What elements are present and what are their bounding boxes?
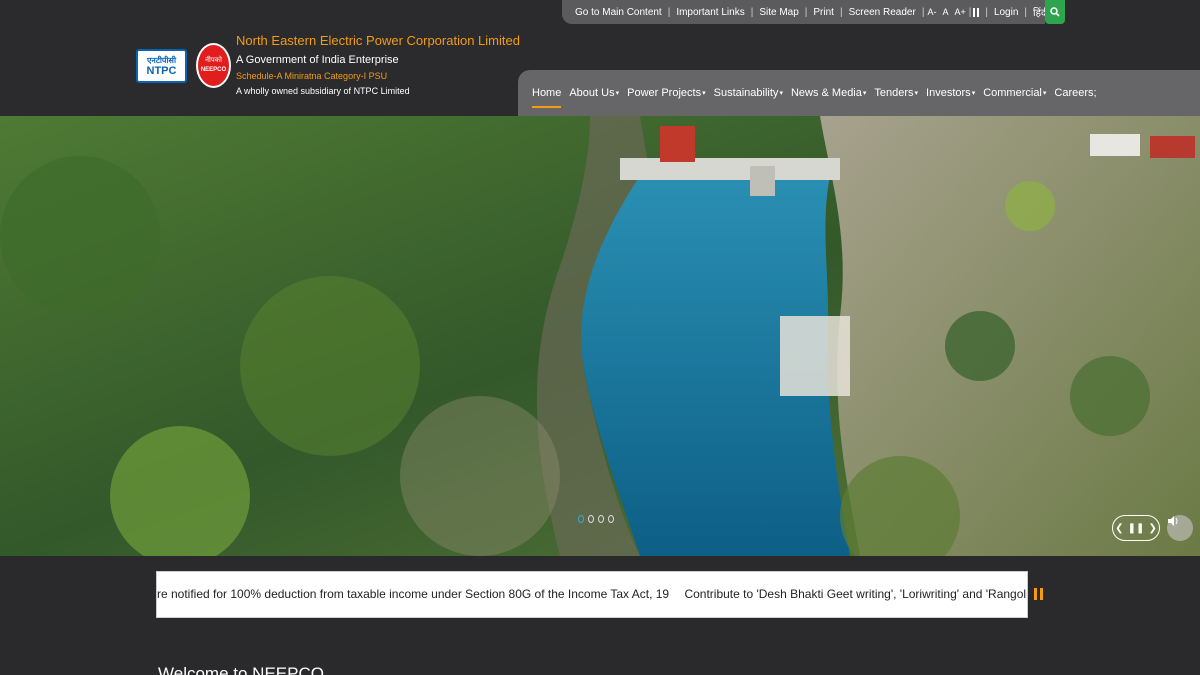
nav-home[interactable]: Home	[528, 70, 565, 116]
slider-dot[interactable]	[578, 515, 584, 523]
go-to-main-content-link[interactable]: Go to Main Content	[569, 7, 668, 18]
hero-slider: ❮ ❚❚ ❯	[0, 116, 1200, 556]
welcome-heading: Welcome to NEEPCO	[158, 664, 324, 675]
chevron-down-icon: ▾	[914, 90, 919, 97]
site-header: Go to Main Content | Important Links | S…	[0, 0, 1200, 116]
nav-investors[interactable]: Investors ▾	[922, 70, 979, 116]
chevron-down-icon: ▾	[862, 90, 867, 97]
important-links-link[interactable]: Important Links	[670, 7, 750, 18]
news-ticker: re notified for 100% deduction from taxa…	[156, 571, 1028, 618]
chevron-down-icon: ▾	[971, 90, 976, 97]
nav-sustainability[interactable]: Sustainability ▾	[710, 70, 787, 116]
screen-reader-link[interactable]: Screen Reader	[843, 7, 922, 18]
previous-slide-button[interactable]: ❮	[1115, 523, 1123, 534]
next-slide-button[interactable]: ❯	[1149, 523, 1157, 534]
ticker-item[interactable]: Contribute to 'Desh Bhakti Geet writing'…	[684, 587, 1027, 601]
ntpc-logo[interactable]: एनटीपीसी NTPC	[136, 49, 187, 83]
chevron-down-icon: ▾	[615, 90, 620, 97]
chevron-down-icon: ▾	[1042, 90, 1047, 97]
slider-dot[interactable]	[598, 515, 604, 523]
organization-category: Schedule-A Miniratna Category-I PSU	[236, 71, 388, 81]
nav-power-projects[interactable]: Power Projects ▾	[623, 70, 710, 116]
speaker-icon	[1168, 516, 1178, 526]
organization-subtitle: A Government of India Enterprise	[236, 54, 399, 66]
font-increase-button[interactable]: A+	[951, 7, 968, 17]
accessibility-toggle-button[interactable]	[1167, 515, 1193, 541]
chevron-down-icon: ▾	[702, 90, 706, 97]
nav-news-media[interactable]: News & Media ▾	[787, 70, 870, 116]
slider-controls: ❮ ❚❚ ❯	[1112, 515, 1160, 541]
slider-dot[interactable]	[588, 515, 594, 523]
nav-commercial[interactable]: Commercial ▾	[979, 70, 1050, 116]
slider-dots	[578, 515, 614, 523]
light-contrast-button[interactable]	[973, 7, 976, 17]
main-nav: Home About Us ▾ Power Projects ▾ Sustainab…	[518, 70, 1200, 116]
font-normal-button[interactable]: A	[939, 7, 951, 17]
site-map-link[interactable]: Site Map	[753, 7, 804, 18]
chevron-down-icon: ▾	[779, 90, 783, 97]
nav-about-us[interactable]: About Us ▾	[565, 70, 623, 116]
ticker-item[interactable]: re notified for 100% deduction from taxa…	[157, 587, 669, 601]
slider-dot[interactable]	[608, 515, 614, 523]
pause-icon	[1034, 588, 1037, 600]
print-link[interactable]: Print	[807, 7, 840, 18]
search-button[interactable]	[1045, 0, 1065, 24]
dark-contrast-button[interactable]	[977, 7, 980, 17]
font-decrease-button[interactable]: A-	[924, 7, 939, 17]
neepco-logo[interactable]: नीपको NEEPCO	[196, 43, 231, 88]
utility-bar: Go to Main Content | Important Links | S…	[562, 0, 1057, 24]
hero-image	[0, 116, 1200, 556]
ticker-pause-button[interactable]	[1034, 587, 1048, 601]
organization-subsidiary: A wholly owned subsidiary of NTPC Limite…	[236, 86, 410, 96]
nav-tenders[interactable]: Tenders ▾	[870, 70, 922, 116]
nav-careers[interactable]: Careers;	[1050, 70, 1100, 116]
pause-slide-button[interactable]: ❚❚	[1128, 523, 1145, 534]
login-link[interactable]: Login	[988, 7, 1024, 18]
search-icon	[1050, 7, 1060, 17]
organization-name: North Eastern Electric Power Corporation…	[236, 33, 520, 48]
